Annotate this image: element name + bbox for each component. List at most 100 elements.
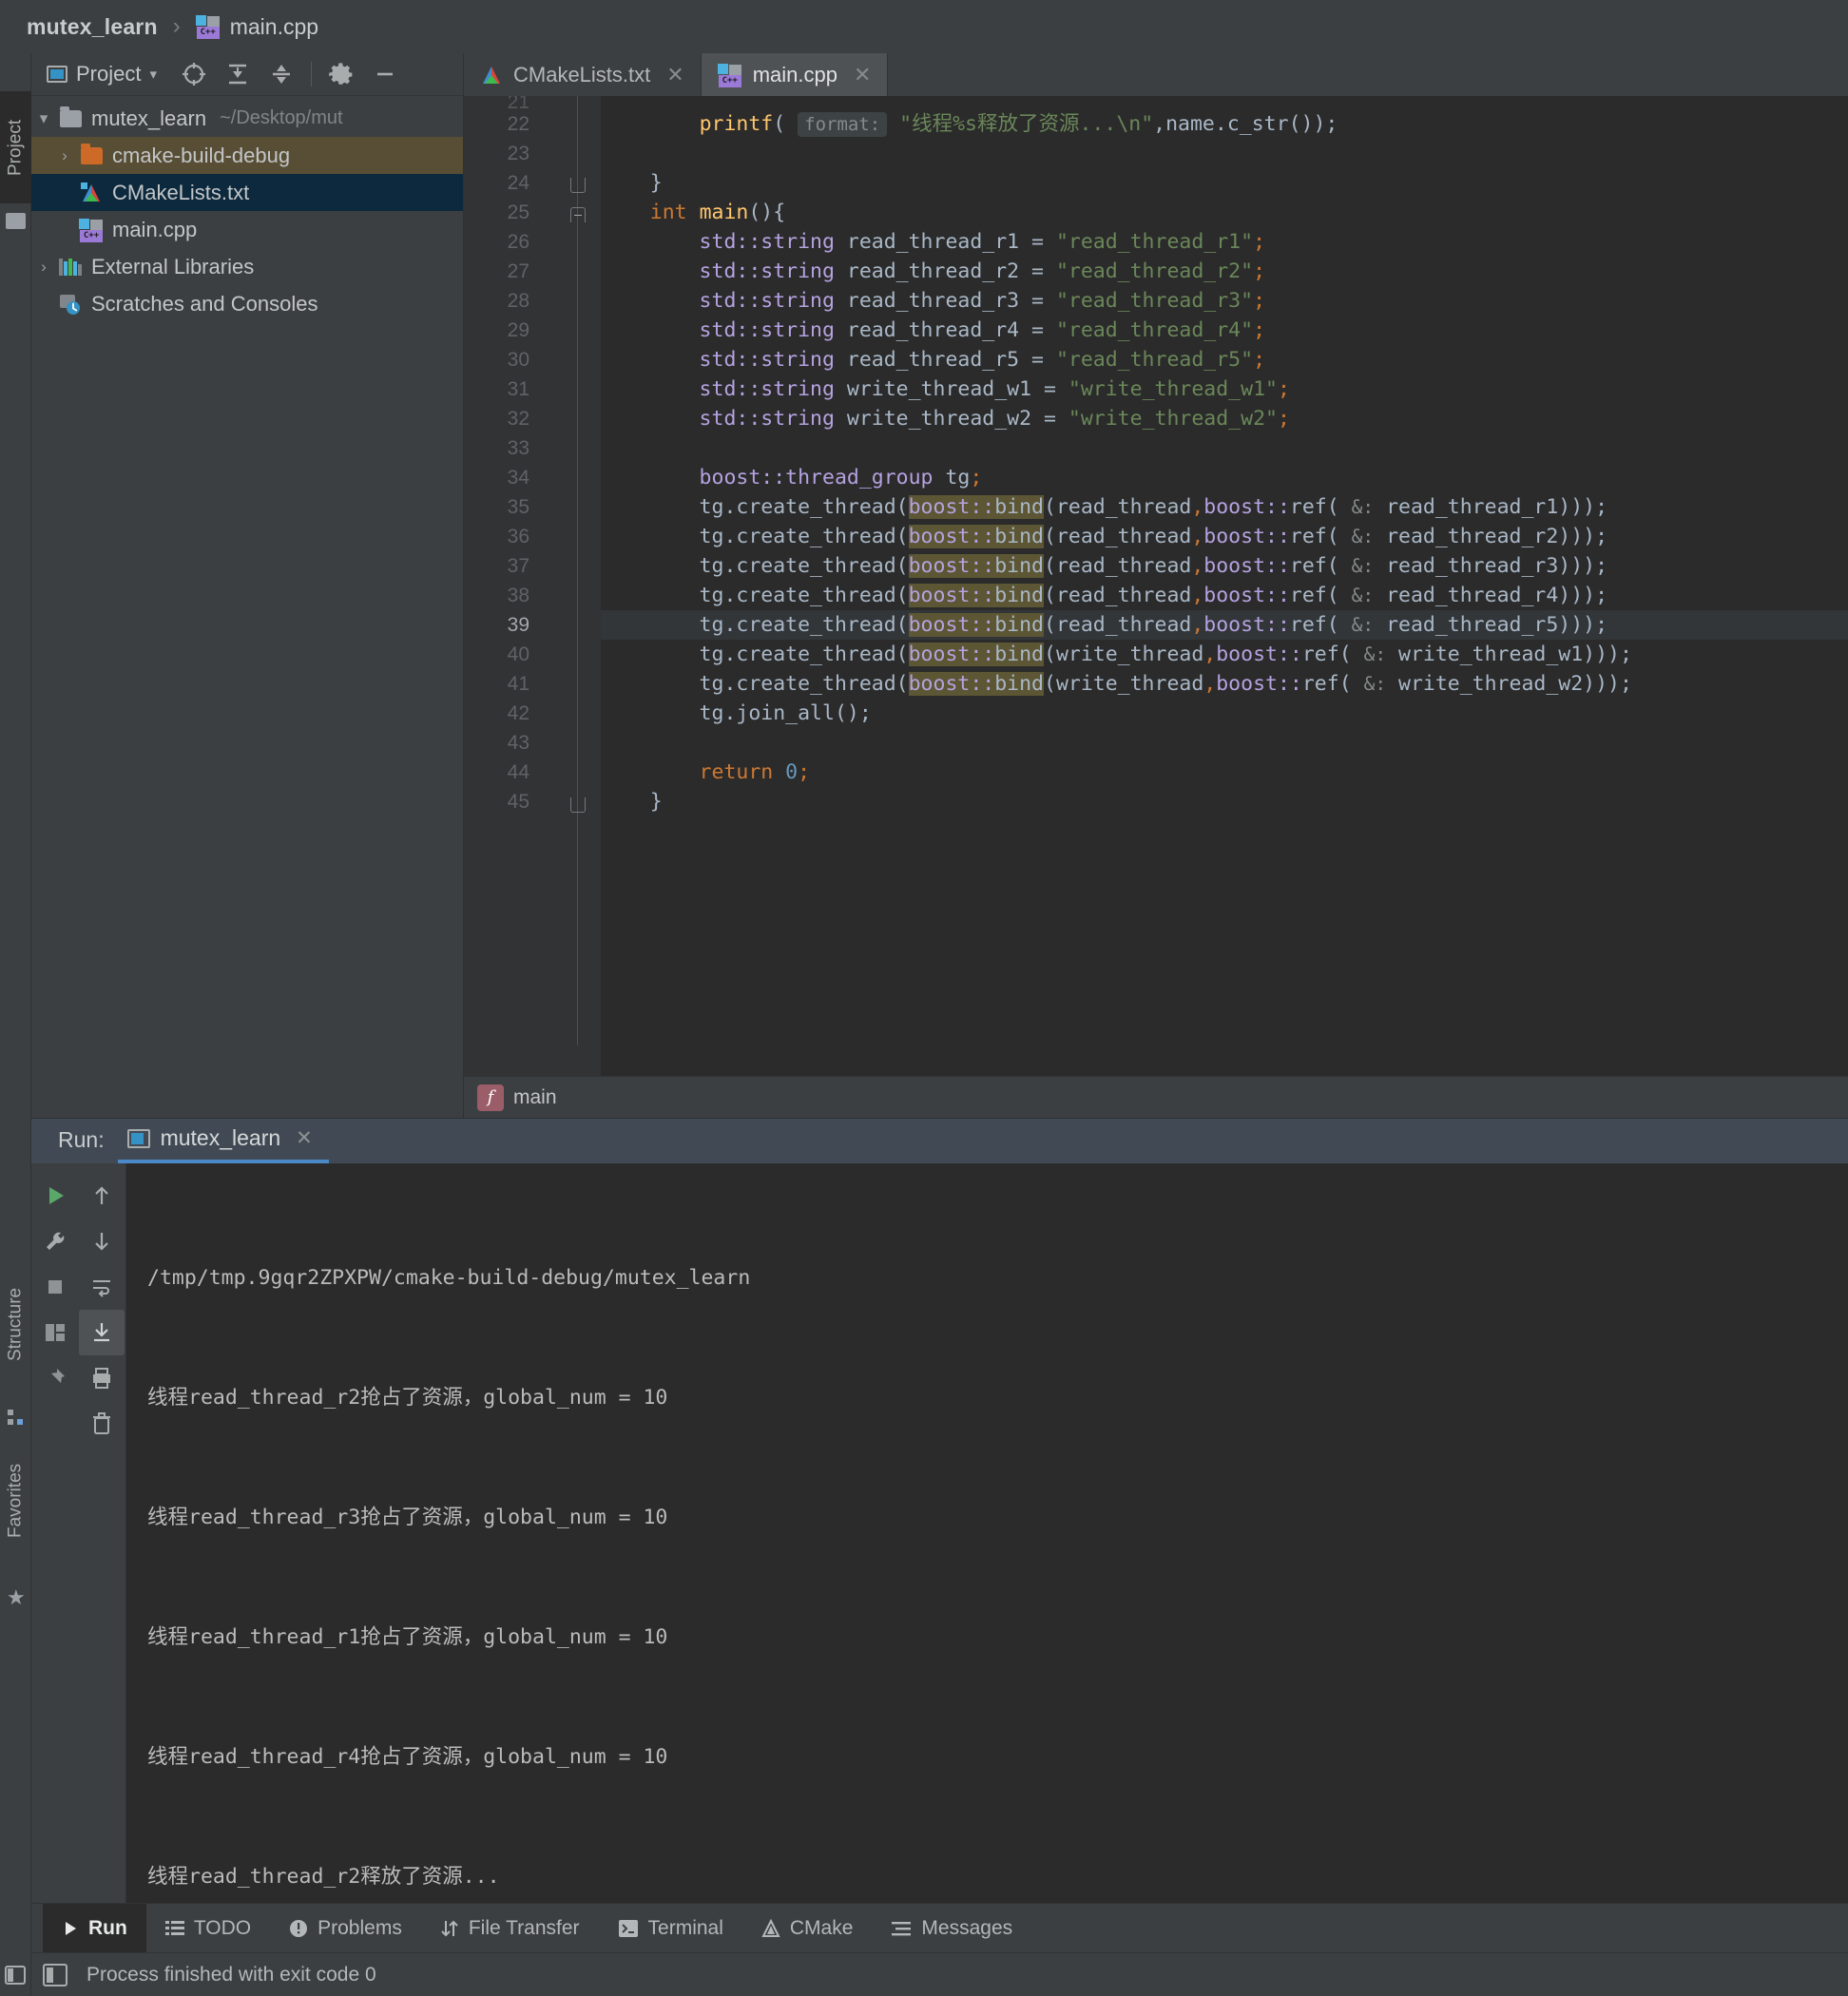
code-line[interactable]: return 0; <box>601 758 1848 787</box>
chevron-right-icon[interactable]: › <box>31 258 56 277</box>
code-line: boost::this_thread::sleep( = boost::posi… <box>601 96 1848 109</box>
editor-tab-cmakelists[interactable]: CMakeLists.txt ✕ <box>464 53 702 96</box>
run-tool-window: Run: mutex_learn ✕ /tmp/tmp.9gqr2ZPXPW/c… <box>31 1118 1848 1903</box>
expand-all-icon[interactable] <box>216 55 260 93</box>
scroll-to-end-icon[interactable] <box>79 1310 125 1355</box>
tool-window-tab-favorites[interactable]: Favorites <box>0 1422 31 1579</box>
code-line[interactable] <box>601 433 1848 463</box>
chevron-right-icon[interactable]: › <box>52 146 77 165</box>
code-line[interactable]: std::string read_thread_r4 = "read_threa… <box>601 316 1848 345</box>
code-line[interactable]: std::string read_thread_r2 = "read_threa… <box>601 257 1848 286</box>
code-viewport[interactable]: 21 22 23 24 25 26 27 28 29 30 31 32 33 3… <box>464 96 1848 1076</box>
tool-window-toggle-icon[interactable] <box>5 1966 26 1985</box>
code-line[interactable]: tg.create_thread(boost::bind(write_threa… <box>601 640 1848 669</box>
tree-row-mutex-learn[interactable]: ▾ mutex_learn ~/Desktop/mut <box>31 100 463 137</box>
stop-icon[interactable] <box>32 1264 78 1310</box>
fold-end-icon[interactable] <box>570 797 586 813</box>
top-row: Project ▾ ▾ mutex_learn ~/Desktop/mut › … <box>31 53 1848 1118</box>
code-line[interactable] <box>601 728 1848 758</box>
collapse-all-icon[interactable] <box>260 55 303 93</box>
gear-icon[interactable] <box>319 55 363 93</box>
run-icon[interactable] <box>32 1173 78 1219</box>
bottom-tab-todo[interactable]: TODO <box>146 1904 270 1953</box>
tree-row-cmake-build-debug[interactable]: › cmake-build-debug <box>31 137 463 174</box>
bottom-tab-messages[interactable]: Messages <box>872 1904 1031 1953</box>
fold-end-icon[interactable] <box>570 178 586 193</box>
code-line[interactable]: std::string write_thread_w2 = "write_thr… <box>601 404 1848 433</box>
fold-start-icon[interactable] <box>570 207 586 222</box>
down-arrow-icon[interactable] <box>79 1219 125 1264</box>
locate-icon[interactable] <box>172 55 216 93</box>
line-number-gutter[interactable]: 21 22 23 24 25 26 27 28 29 30 31 32 33 3… <box>464 96 563 1076</box>
code-line-current[interactable]: tg.create_thread(boost::bind(read_thread… <box>601 610 1848 640</box>
code-line[interactable]: printf( format: "线程%s释放了资源...\n",name.c_… <box>601 109 1848 139</box>
minimize-icon[interactable] <box>363 55 407 93</box>
breadcrumb: mutex_learn › C++ main.cpp <box>0 0 1848 53</box>
trash-icon[interactable] <box>79 1401 125 1447</box>
code-line[interactable]: tg.create_thread(boost::bind(read_thread… <box>601 492 1848 522</box>
tree-row-external-libraries[interactable]: › External Libraries <box>31 248 463 285</box>
console-line: 线程read_thread_r1抢占了资源，global_num = 10 <box>147 1625 668 1649</box>
close-icon[interactable]: ✕ <box>666 63 683 87</box>
tree-row-main-cpp[interactable]: › C++ main.cpp <box>31 211 463 248</box>
tree-row-cmakelists-txt[interactable]: › CMakeLists.txt <box>31 174 463 211</box>
run-configuration-tab[interactable]: mutex_learn ✕ <box>117 1125 329 1163</box>
bottom-tab-label: File Transfer <box>468 1916 580 1939</box>
code-line[interactable]: tg.create_thread(boost::bind(read_thread… <box>601 522 1848 551</box>
bottom-tab-problems[interactable]: Problems <box>270 1904 421 1953</box>
code-line[interactable]: tg.create_thread(boost::bind(read_thread… <box>601 581 1848 610</box>
tool-window-icon[interactable] <box>43 1963 67 1986</box>
line-number-with-run-marker[interactable]: 25 <box>464 198 563 227</box>
bottom-tab-label: Terminal <box>647 1916 723 1939</box>
project-tree[interactable]: ▾ mutex_learn ~/Desktop/mut › cmake-buil… <box>31 96 463 1118</box>
print-icon[interactable] <box>79 1355 125 1401</box>
left-tool-window-bar: Project Structure Favorites ★ <box>0 53 31 1996</box>
code-line[interactable] <box>601 139 1848 168</box>
code-line[interactable]: std::string read_thread_r5 = "read_threa… <box>601 345 1848 374</box>
line-number: 38 <box>507 585 529 606</box>
console-line: 线程read_thread_r2释放了资源... <box>147 1865 500 1889</box>
chevron-down-icon[interactable]: ▾ <box>31 109 56 128</box>
soft-wrap-icon[interactable] <box>79 1264 125 1310</box>
code-line[interactable]: std::string read_thread_r1 = "read_threa… <box>601 227 1848 257</box>
tree-row-scratches-and-consoles[interactable]: › Scratches and Consoles <box>31 285 463 322</box>
code-line[interactable]: int main(){ <box>601 198 1848 227</box>
chevron-down-icon[interactable]: ▾ <box>149 66 157 83</box>
bottom-tab-label: Messages <box>921 1916 1013 1939</box>
code-line[interactable]: tg.join_all(); <box>601 699 1848 728</box>
editor-tab-main-cpp[interactable]: C++ main.cpp ✕ <box>701 53 889 96</box>
code-line[interactable]: } <box>601 787 1848 816</box>
bottom-tab-label: CMake <box>789 1916 854 1939</box>
project-icon <box>47 66 67 83</box>
code-line[interactable]: std::string write_thread_w1 = "write_thr… <box>601 374 1848 404</box>
bottom-tab-run[interactable]: Run <box>43 1903 146 1953</box>
console-output[interactable]: /tmp/tmp.9gqr2ZPXPW/cmake-build-debug/mu… <box>126 1163 1848 1903</box>
code-line[interactable]: tg.create_thread(boost::bind(write_threa… <box>601 669 1848 699</box>
code-text[interactable]: boost::this_thread::sleep( = boost::posi… <box>601 96 1848 1076</box>
layout-icon[interactable] <box>32 1310 78 1355</box>
code-line[interactable]: boost::thread_group tg; <box>601 463 1848 492</box>
breadcrumb-file[interactable]: main.cpp <box>230 14 318 40</box>
code-line[interactable]: } <box>601 168 1848 198</box>
pin-icon[interactable] <box>32 1355 78 1401</box>
line-number: 37 <box>507 555 529 577</box>
code-line[interactable]: tg.create_thread(boost::bind(read_thread… <box>601 551 1848 581</box>
code-line[interactable]: std::string read_thread_r3 = "read_threa… <box>601 286 1848 316</box>
breadcrumb-project[interactable]: mutex_learn <box>27 14 158 40</box>
bottom-tab-cmake[interactable]: CMake <box>742 1904 873 1953</box>
bottom-tab-terminal[interactable]: Terminal <box>599 1904 742 1953</box>
bottom-tab-file-transfer[interactable]: File Transfer <box>421 1904 599 1953</box>
project-view-selector[interactable]: Project ▾ <box>47 62 157 86</box>
close-icon[interactable]: ✕ <box>854 63 871 87</box>
problems-icon <box>289 1919 308 1938</box>
line-number: 29 <box>507 319 529 341</box>
up-arrow-icon[interactable] <box>79 1173 125 1219</box>
close-icon[interactable]: ✕ <box>296 1126 313 1150</box>
tool-window-tab-project[interactable]: Project <box>0 91 31 203</box>
fold-column[interactable] <box>542 96 601 1076</box>
tool-window-tab-structure[interactable]: Structure <box>0 1246 31 1403</box>
wrench-icon[interactable] <box>32 1219 78 1264</box>
cpp-file-icon: C++ <box>195 15 221 39</box>
cmake-file-icon <box>761 1918 780 1938</box>
editor-structure-breadcrumb[interactable]: f main <box>464 1076 1848 1118</box>
